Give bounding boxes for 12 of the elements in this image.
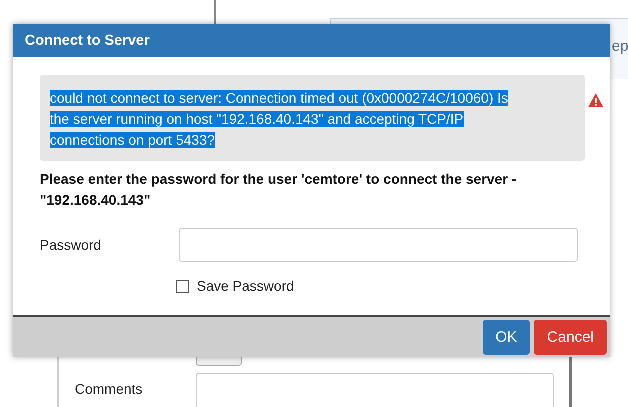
password-field[interactable] — [179, 228, 578, 262]
cancel-button[interactable]: Cancel — [534, 320, 607, 354]
warning-icon — [588, 93, 604, 108]
dialog-title: Connect to Server — [25, 32, 150, 48]
error-message: could not connect to server: Connection timed out (0x0000274C/10060) Is the server running on host "192.168.40.143" and accepting TCP/IP connections on port 5433? — [50, 89, 510, 150]
checkbox[interactable] — [176, 280, 189, 292]
panel-text: ep — [612, 38, 628, 55]
field-label: Comments — [75, 381, 144, 399]
checkbox-label: Save Password — [197, 278, 294, 294]
prompt-text: Please enter the password for the user 'cemtore' to connect the server - "192.168.40.143" — [40, 170, 518, 210]
field-label: Password — [40, 237, 102, 253]
ok-button[interactable]: OK — [482, 320, 530, 354]
